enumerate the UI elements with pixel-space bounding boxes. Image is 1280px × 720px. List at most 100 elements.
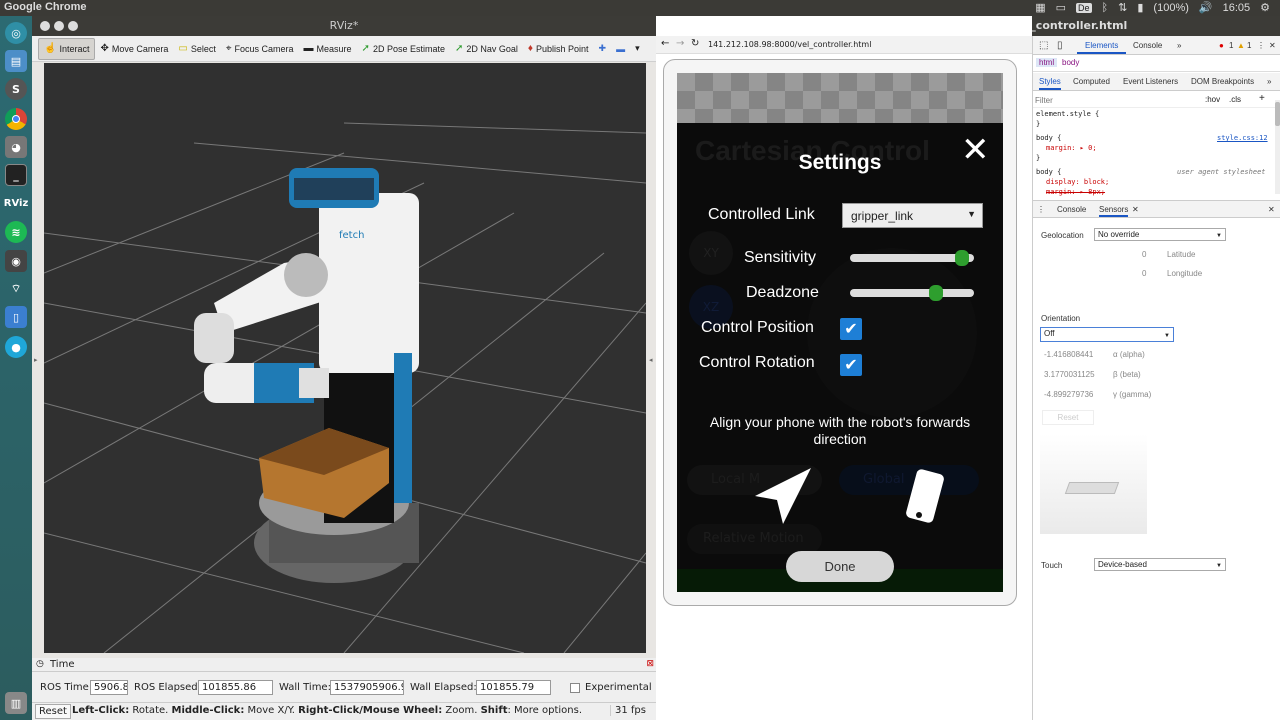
alpha-label: α (alpha) bbox=[1113, 350, 1145, 359]
orientation-select[interactable]: Off ▼ bbox=[1040, 327, 1174, 342]
tab-computed[interactable]: Computed bbox=[1073, 73, 1110, 90]
controlled-link-select[interactable]: gripper_link ▼ bbox=[842, 203, 983, 228]
tab-event-listeners[interactable]: Event Listeners bbox=[1123, 73, 1178, 90]
remove-tool-button[interactable]: ▬ bbox=[611, 38, 630, 60]
tool-2d-pose-estimate[interactable]: ➚ 2D Pose Estimate bbox=[357, 38, 450, 60]
drawer-tab-console[interactable]: Console bbox=[1057, 201, 1086, 217]
volume-icon[interactable]: 🔊 bbox=[1199, 1, 1213, 14]
tool-publish-point[interactable]: ♦ Publish Point bbox=[523, 38, 594, 60]
done-button[interactable]: Done bbox=[786, 551, 894, 582]
forward-icon[interactable]: → bbox=[676, 38, 684, 49]
battery-icon[interactable]: ▮ bbox=[1137, 1, 1143, 14]
latitude-value[interactable]: 0 bbox=[1142, 250, 1146, 259]
tool-2d-nav-goal[interactable]: ➚ 2D Nav Goal bbox=[450, 38, 523, 60]
right-panel-collapse-icon[interactable]: ◂ bbox=[649, 356, 653, 364]
warning-icon[interactable]: ▲ bbox=[1237, 36, 1245, 54]
3d-viewport[interactable]: fetch bbox=[44, 63, 646, 653]
breadcrumb-html[interactable]: html bbox=[1036, 58, 1058, 67]
phone-icon[interactable]: ▯ bbox=[5, 306, 27, 328]
network-icon[interactable]: ⇅ bbox=[1118, 1, 1127, 14]
css-source-link[interactable]: style.css:12 bbox=[1217, 134, 1268, 142]
control-position-checkbox[interactable]: ✔ bbox=[840, 318, 862, 340]
hov-toggle[interactable]: :hov bbox=[1205, 95, 1220, 104]
reload-icon[interactable]: ↻ bbox=[691, 38, 699, 49]
warning-count[interactable]: 1 bbox=[1247, 36, 1251, 54]
css-line[interactable]: margin: ▸ 0; bbox=[1046, 144, 1097, 152]
wall-elapsed-field[interactable]: 101855.79 bbox=[476, 680, 551, 695]
close-icon[interactable] bbox=[40, 21, 50, 31]
bluetooth-icon[interactable]: ᛒ bbox=[1102, 2, 1109, 14]
dash-icon[interactable]: ◎ bbox=[5, 22, 27, 44]
drawer-tab-sensors[interactable]: Sensors bbox=[1099, 201, 1129, 217]
tab-console[interactable]: Console bbox=[1133, 36, 1162, 54]
tool-focus-camera[interactable]: ⌖ Focus Camera bbox=[221, 38, 299, 60]
close-panel-icon[interactable]: ⊠ bbox=[646, 659, 654, 669]
gimp-icon[interactable]: ◕ bbox=[5, 136, 27, 158]
back-icon[interactable]: ← bbox=[661, 38, 669, 49]
tool-measure[interactable]: ▬ Measure bbox=[299, 38, 357, 60]
wifi-icon[interactable]: ⌔ bbox=[5, 278, 27, 300]
dropbox-icon[interactable]: ▦ bbox=[1035, 1, 1045, 14]
battery-percentage[interactable]: (100%) bbox=[1153, 2, 1188, 14]
device-toolbar-icon[interactable]: ▯ bbox=[1057, 36, 1063, 54]
touch-select[interactable]: Device-based ▼ bbox=[1094, 558, 1226, 571]
keyboard-layout-indicator[interactable]: De bbox=[1076, 2, 1092, 13]
experimental-checkbox[interactable] bbox=[570, 683, 580, 693]
tool-menu-button[interactable]: ▾ bbox=[630, 38, 645, 60]
tool-interact[interactable]: ☝ Interact bbox=[38, 37, 96, 60]
deadzone-knob[interactable] bbox=[929, 285, 944, 301]
cls-toggle[interactable]: .cls bbox=[1229, 95, 1241, 104]
tool-move-camera[interactable]: ✥ Move Camera bbox=[95, 38, 173, 60]
rviz-icon[interactable]: RViz bbox=[4, 192, 29, 214]
tab-dom-breakpoints[interactable]: DOM Breakpoints bbox=[1191, 73, 1254, 90]
help-icon[interactable]: ● bbox=[5, 336, 27, 358]
sensitivity-slider[interactable] bbox=[850, 250, 974, 266]
tool-select[interactable]: ▭ Select bbox=[173, 38, 220, 60]
minimize-icon[interactable] bbox=[54, 21, 64, 31]
phone-screen: Cartesian Control XY XZ Local M Global R… bbox=[677, 73, 1003, 592]
close-sensors-icon[interactable]: ✕ bbox=[1132, 201, 1139, 217]
ros-time-field[interactable]: 5906.88 bbox=[90, 680, 128, 695]
chrome-icon[interactable] bbox=[5, 108, 27, 130]
close-drawer-icon[interactable]: ✕ bbox=[1268, 201, 1275, 217]
ros-elapsed-field[interactable]: 101855.86 bbox=[198, 680, 273, 695]
hint-key: Left-Click: bbox=[72, 705, 130, 716]
orientation-reset-button[interactable]: Reset bbox=[1042, 410, 1094, 425]
spotify-icon[interactable]: ≋ bbox=[5, 221, 27, 243]
sensitivity-knob[interactable] bbox=[954, 250, 969, 266]
plus-icon[interactable]: + bbox=[1259, 93, 1265, 104]
more-tabs-icon[interactable]: » bbox=[1267, 73, 1271, 90]
wall-time-field[interactable]: 1537905906.92 bbox=[330, 680, 404, 695]
window-icon[interactable]: ▭ bbox=[1056, 1, 1066, 14]
camera-icon[interactable]: ◉ bbox=[5, 250, 27, 272]
settings-icon[interactable]: S bbox=[5, 78, 27, 100]
drawer-menu-icon[interactable]: ⋮ bbox=[1037, 201, 1045, 217]
deadzone-slider[interactable] bbox=[850, 285, 974, 301]
tab-styles[interactable]: Styles bbox=[1039, 73, 1061, 90]
rviz-window: RViz* ☝ Interact ✥ Move Camera ▭ Select ⌖ Fo… bbox=[32, 16, 656, 720]
control-rotation-checkbox[interactable]: ✔ bbox=[840, 354, 862, 376]
url-text[interactable]: 141.212.108.98:8000/vel_controller.html bbox=[708, 40, 871, 49]
close-icon[interactable]: ✕ bbox=[961, 133, 990, 167]
breadcrumb-body[interactable]: body bbox=[1062, 58, 1079, 67]
longitude-value[interactable]: 0 bbox=[1142, 269, 1146, 278]
geolocation-select[interactable]: No override ▼ bbox=[1094, 228, 1226, 241]
maximize-icon[interactable] bbox=[68, 21, 78, 31]
inspect-icon[interactable]: ⬚ bbox=[1039, 36, 1048, 54]
reset-button[interactable]: Reset bbox=[35, 704, 71, 719]
terminal-icon[interactable]: _ bbox=[5, 164, 27, 186]
trash-icon[interactable]: ▥ bbox=[5, 692, 27, 714]
clock[interactable]: 16:05 bbox=[1223, 2, 1251, 14]
styles-scrollbar[interactable] bbox=[1275, 100, 1280, 194]
files-icon[interactable]: ▤ bbox=[5, 50, 27, 72]
power-icon[interactable]: ⚙ bbox=[1260, 1, 1270, 14]
tab-elements[interactable]: Elements bbox=[1077, 36, 1127, 54]
more-tabs-icon[interactable]: » bbox=[1177, 36, 1181, 54]
error-count[interactable]: 1 bbox=[1229, 36, 1233, 54]
close-icon[interactable]: ✕ bbox=[1269, 36, 1276, 54]
styles-filter-input[interactable] bbox=[1035, 94, 1200, 106]
kebab-menu-icon[interactable]: ⋮ bbox=[1257, 36, 1265, 54]
add-tool-button[interactable]: ✚ bbox=[594, 38, 612, 60]
left-panel-collapse-icon[interactable]: ▸ bbox=[34, 356, 38, 364]
error-icon[interactable]: ● bbox=[1219, 36, 1224, 54]
